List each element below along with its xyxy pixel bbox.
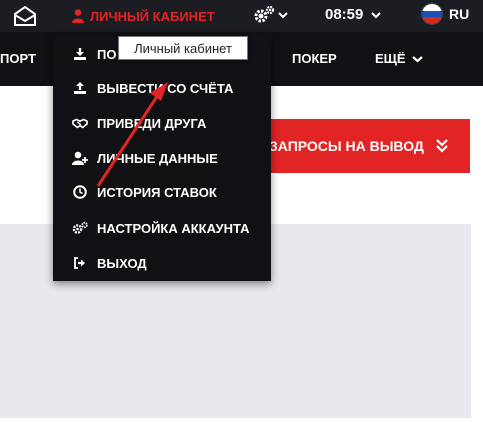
sign-out-icon (72, 255, 88, 271)
settings-button[interactable] (253, 5, 288, 25)
menu-item-bet-history[interactable]: ИСТОРИЯ СТАВОК (53, 177, 271, 207)
menu-item-label: НАСТРОЙКА АККАУНТА (97, 220, 250, 236)
chevron-down-icon (411, 55, 423, 62)
time-display: 08:59 (325, 6, 364, 23)
withdraw-requests-label: ЗАПРОСЫ НА ВЫВОД (269, 138, 424, 154)
menu-item-logout[interactable]: ВЫХОД (53, 248, 271, 278)
menu-item-personal-data[interactable]: ЛИЧНЫЕ ДАННЫЕ (53, 143, 271, 173)
nav-poker[interactable]: ПОКЕР (292, 51, 337, 66)
nav-more[interactable]: ЕЩЁ (375, 51, 423, 66)
nav-sport[interactable]: ПОРТ (0, 51, 36, 66)
top-bar: ЛИЧНЫЙ КАБИНЕТ 08:59 RU (0, 0, 483, 32)
personal-cabinet-label: ЛИЧНЫЙ КАБИНЕТ (90, 8, 215, 24)
menu-item-invite-friend[interactable]: ПРИВЕДИ ДРУГА (53, 108, 271, 138)
nav-more-label: ЕЩЁ (375, 51, 406, 66)
upload-icon (72, 80, 88, 96)
personal-cabinet-link[interactable]: ЛИЧНЫЙ КАБИНЕТ (72, 6, 215, 26)
chevron-down-icon (371, 11, 382, 18)
menu-item-label: ЛИЧНЫЕ ДАННЫЕ (97, 150, 218, 166)
menu-item-label: ИСТОРИЯ СТАВОК (97, 184, 217, 200)
language-selector[interactable]: RU (421, 3, 469, 25)
personal-cabinet-dropdown: ПО ВЫВЕСТИ СО СЧЁТА ПРИВЕДИ ДРУГА ЛИЧНЫЕ… (53, 34, 271, 281)
menu-item-account-settings[interactable]: НАСТРОЙКА АККАУНТА (53, 213, 271, 243)
clock-dropdown[interactable]: 08:59 (325, 6, 382, 23)
chevron-down-icon (278, 12, 288, 19)
clock-icon (72, 184, 88, 200)
user-plus-icon (72, 150, 88, 166)
nav-sport-label: ПОРТ (0, 51, 36, 66)
language-code: RU (449, 6, 470, 22)
gears-icon (72, 220, 88, 236)
envelope-icon[interactable] (14, 6, 36, 26)
user-icon (72, 9, 84, 23)
page: ЛИЧНЫЙ КАБИНЕТ 08:59 RU ПОРТ ПОКЕР ЕЩЁ З… (0, 0, 483, 422)
menu-item-label: ПО (97, 46, 117, 62)
tooltip: Личный кабинет (118, 36, 248, 60)
handshake-icon (72, 115, 88, 131)
gears-icon (254, 5, 275, 23)
russia-flag-icon (421, 3, 443, 25)
withdraw-requests-button[interactable]: ЗАПРОСЫ НА ВЫВОД (255, 119, 470, 173)
menu-item-label: ВЫВЕСТИ СО СЧЁТА (97, 80, 234, 96)
download-icon (72, 46, 88, 62)
menu-item-label: ВЫХОД (97, 255, 147, 271)
double-chevron-down-icon (436, 139, 448, 153)
menu-item-withdraw[interactable]: ВЫВЕСТИ СО СЧЁТА (53, 73, 271, 103)
nav-poker-label: ПОКЕР (292, 51, 337, 66)
menu-item-label: ПРИВЕДИ ДРУГА (97, 115, 207, 131)
